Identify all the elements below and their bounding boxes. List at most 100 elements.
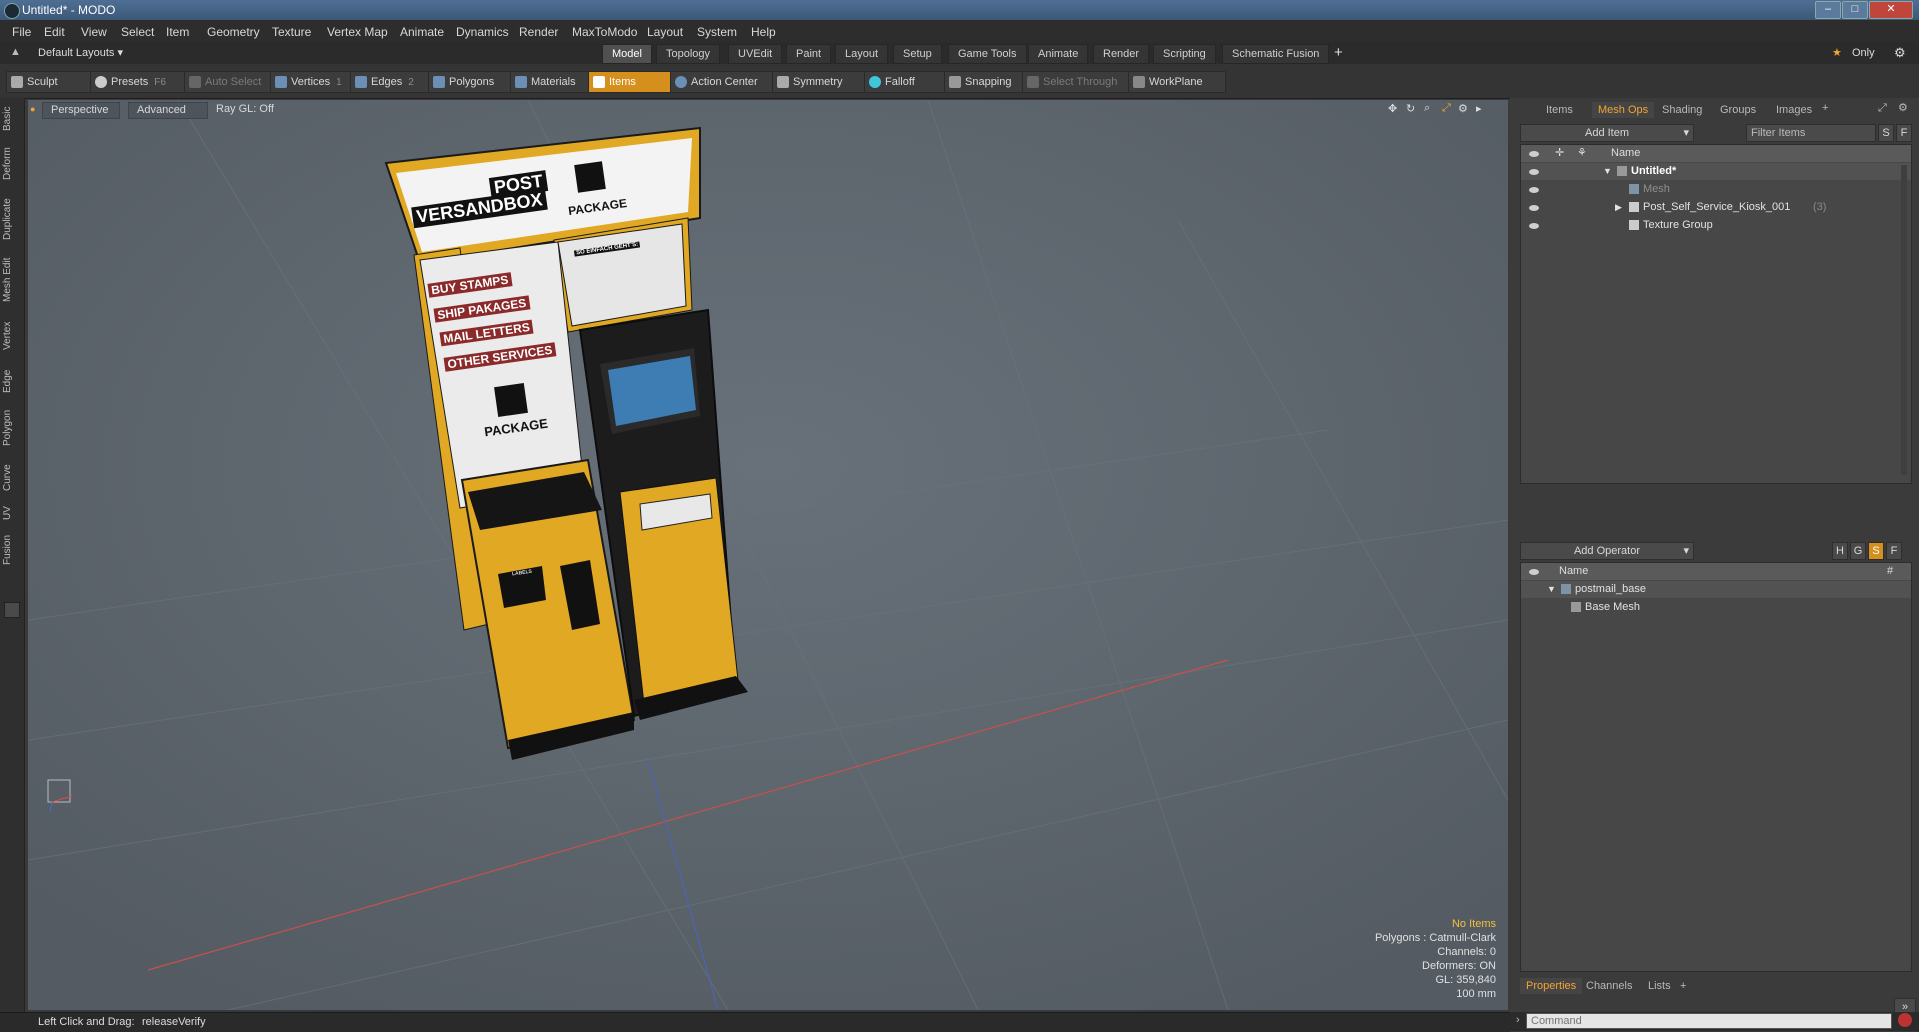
tab-render[interactable]: Render — [1093, 44, 1150, 64]
menu-animate[interactable]: Animate — [400, 25, 444, 39]
filter-items-input[interactable]: Filter Items — [1746, 124, 1876, 142]
tree-row-texture-group[interactable]: Texture Group — [1521, 217, 1911, 234]
left-tab-duplicate[interactable]: Duplicate — [2, 194, 22, 244]
tab-mesh-ops[interactable]: Mesh Ops — [1592, 102, 1655, 118]
presets-button[interactable]: Presets F6 — [90, 71, 192, 93]
expand-arrow-icon[interactable]: ▼ — [1547, 581, 1556, 598]
menu-help[interactable]: Help — [751, 25, 776, 39]
op-g-button[interactable]: G — [1850, 542, 1866, 560]
sidebar-collapse-icon[interactable] — [4, 602, 20, 618]
tab-scripting[interactable]: Scripting — [1153, 44, 1216, 64]
operator-row-postmail-base[interactable]: ▼ postmail_base — [1521, 581, 1911, 598]
left-tab-deform[interactable]: Deform — [2, 144, 22, 184]
op-f-button[interactable]: F — [1886, 542, 1902, 560]
viewport-expand-icon[interactable]: ▸ — [1476, 102, 1482, 115]
tab-layout[interactable]: Layout — [835, 44, 889, 64]
tab-images[interactable]: Images — [1770, 102, 1818, 118]
menu-edit[interactable]: Edit — [44, 25, 65, 39]
add-panel-tab-icon[interactable]: + — [1822, 102, 1828, 114]
tree-row-mesh[interactable]: Mesh — [1521, 181, 1911, 198]
menu-system[interactable]: System — [697, 25, 737, 39]
menu-file[interactable]: File — [12, 25, 31, 39]
eye-icon[interactable] — [1529, 187, 1539, 193]
tab-groups[interactable]: Groups — [1714, 102, 1762, 118]
add-item-dropdown[interactable]: Add Item ▾ — [1520, 124, 1694, 142]
menu-render[interactable]: Render — [519, 25, 558, 39]
panel-gear-icon[interactable]: ⚙ — [1898, 101, 1908, 114]
polygons-button[interactable]: Polygons — [428, 71, 520, 93]
sculpt-button[interactable]: Sculpt — [6, 71, 92, 93]
viewport-gear-icon[interactable]: ⚙ — [1458, 102, 1468, 115]
left-tab-mesh-edit[interactable]: Mesh Edit — [2, 254, 22, 306]
tab-items[interactable]: Items — [1540, 102, 1579, 118]
op-s-button[interactable]: S — [1868, 542, 1884, 560]
tab-animate[interactable]: Animate — [1028, 44, 1089, 64]
tab-setup[interactable]: Setup — [893, 44, 942, 64]
tree-row-kiosk[interactable]: ▶ Post_Self_Service_Kiosk_001 (3) — [1521, 199, 1911, 216]
menu-view[interactable]: View — [81, 25, 107, 39]
close-button[interactable]: ✕ — [1869, 1, 1913, 19]
add-operator-dropdown[interactable]: Add Operator ▾ — [1520, 542, 1694, 560]
menu-item[interactable]: Item — [166, 25, 189, 39]
tab-model[interactable]: Model — [602, 44, 652, 64]
op-h-button[interactable]: H — [1832, 542, 1848, 560]
items-button[interactable]: Items — [588, 71, 678, 93]
left-tab-basic[interactable]: Basic — [2, 104, 22, 134]
menu-geometry[interactable]: Geometry — [207, 25, 260, 39]
menu-maxtomodo[interactable]: MaxToModo — [572, 25, 637, 39]
tab-lists[interactable]: Lists — [1642, 978, 1677, 994]
snapping-button[interactable]: Snapping — [944, 71, 1034, 93]
raygl-toggle[interactable]: Ray GL: Off — [208, 102, 290, 117]
gear-icon[interactable]: ⚙ — [1894, 45, 1906, 61]
tab-properties[interactable]: Properties — [1520, 978, 1583, 994]
menu-layout[interactable]: Layout — [647, 25, 683, 39]
menu-vertex-map[interactable]: Vertex Map — [327, 25, 388, 39]
eye-icon[interactable] — [1529, 205, 1539, 211]
add-tab-icon[interactable]: + — [1334, 44, 1343, 61]
maximize-button[interactable]: □ — [1842, 1, 1868, 19]
minimize-button[interactable]: – — [1815, 1, 1841, 19]
only-toggle[interactable]: Only — [1852, 47, 1875, 59]
action-center-button[interactable]: Action Center — [670, 71, 782, 93]
tab-game-tools[interactable]: Game Tools — [948, 44, 1027, 64]
rotate-view-icon[interactable]: ↻ — [1406, 102, 1415, 115]
layout-expand-icon[interactable]: ▲ — [10, 46, 21, 58]
tab-channels[interactable]: Channels — [1580, 978, 1638, 994]
select-through-button[interactable]: Select Through — [1022, 71, 1140, 93]
command-stop-icon[interactable] — [1898, 1013, 1912, 1027]
expand-arrow-icon[interactable]: ▶ — [1615, 199, 1622, 216]
default-layouts-dropdown[interactable]: Default Layouts ▾ — [38, 46, 123, 59]
tab-schematic-fusion[interactable]: Schematic Fusion — [1222, 44, 1330, 64]
filter-f-button[interactable]: F — [1896, 124, 1912, 142]
workplane-button[interactable]: WorkPlane — [1128, 71, 1226, 93]
advanced-dropdown[interactable]: Advanced — [128, 102, 208, 119]
menu-texture[interactable]: Texture — [272, 25, 311, 39]
fit-view-icon[interactable]: ⤢ — [1442, 102, 1451, 115]
3d-viewport[interactable]: POST VERSANDBOX PACKAGE BUY STAMPS SHIP … — [28, 100, 1508, 1010]
symmetry-button[interactable]: Symmetry — [772, 71, 870, 93]
left-tab-edge[interactable]: Edge — [2, 364, 22, 398]
left-tab-fusion[interactable]: Fusion — [2, 530, 22, 570]
item-tree-scrollbar[interactable] — [1901, 165, 1907, 475]
eye-icon[interactable] — [1529, 169, 1539, 175]
tab-topology[interactable]: Topology — [656, 44, 721, 64]
tab-uvedit[interactable]: UVEdit — [728, 44, 783, 64]
filter-s-button[interactable]: S — [1878, 124, 1894, 142]
left-tab-curve[interactable]: Curve — [2, 460, 22, 496]
tree-row-untitled[interactable]: ▼ Untitled* — [1521, 163, 1911, 180]
tab-shading[interactable]: Shading — [1656, 102, 1708, 118]
panel-expand-icon[interactable]: ⤢ — [1878, 102, 1887, 115]
perspective-dropdown[interactable]: Perspective — [42, 102, 120, 119]
zoom-view-icon[interactable]: ⌕ — [1424, 102, 1430, 115]
left-tab-uv[interactable]: UV — [2, 502, 22, 524]
left-tab-vertex[interactable]: Vertex — [2, 316, 22, 356]
falloff-button[interactable]: Falloff — [864, 71, 952, 93]
viewport-menu-dot-icon[interactable]: ● — [30, 104, 35, 114]
eye-icon[interactable] — [1529, 223, 1539, 229]
expand-arrow-icon[interactable]: ▼ — [1603, 163, 1612, 180]
left-tab-polygon[interactable]: Polygon — [2, 404, 22, 452]
add-bottom-tab-icon[interactable]: + — [1680, 980, 1686, 992]
command-input[interactable] — [1526, 1013, 1892, 1029]
menu-dynamics[interactable]: Dynamics — [456, 25, 509, 39]
tab-paint[interactable]: Paint — [786, 44, 832, 64]
